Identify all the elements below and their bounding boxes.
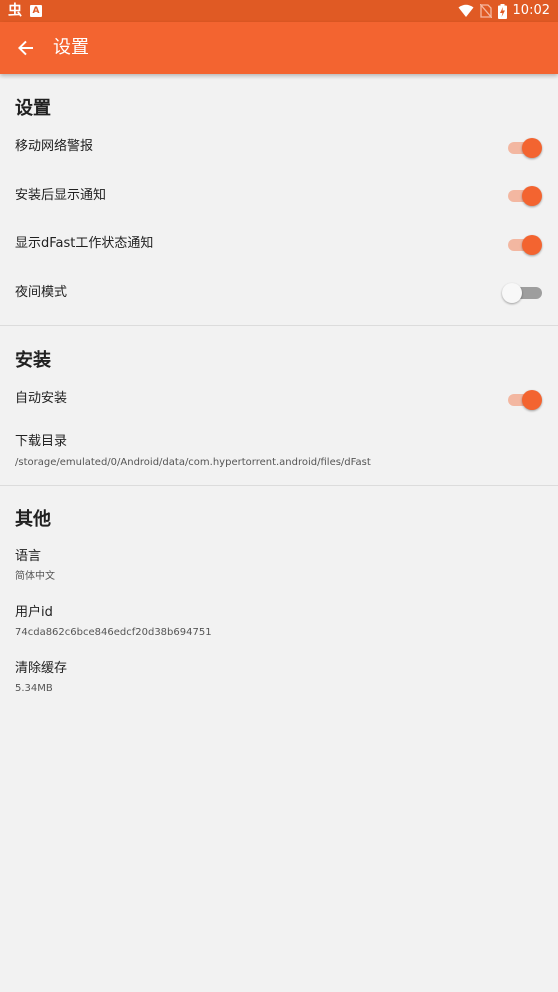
- no-sim-icon: [479, 4, 492, 18]
- dfast-status-notify-switch[interactable]: [508, 233, 542, 255]
- clear-cache-label[interactable]: 清除缓存: [15, 660, 67, 678]
- section-divider: [0, 485, 558, 486]
- auto-install-label: 自动安装: [15, 391, 68, 406]
- download-dir-value: /storage/emulated/0/Android/data/com.hyp…: [15, 457, 371, 468]
- section-title-settings: 设置: [15, 98, 51, 119]
- language-label[interactable]: 语言: [15, 548, 41, 566]
- user-id-label[interactable]: 用户id: [15, 604, 53, 622]
- night-mode-switch[interactable]: [502, 281, 542, 303]
- app-bar: 设置: [0, 22, 558, 74]
- app-notification-icon: 虫: [8, 3, 22, 19]
- language-value: 简体中文: [15, 571, 55, 582]
- notify-after-install-switch[interactable]: [508, 184, 542, 206]
- battery-charging-icon: [497, 3, 507, 19]
- auto-install-switch[interactable]: [508, 388, 542, 410]
- dfast-status-notify-label: 显示dFast工作状态通知: [15, 236, 154, 251]
- mobile-network-alert-switch[interactable]: [508, 136, 542, 158]
- a-notification-icon: A: [30, 5, 42, 17]
- switch-thumb: [502, 283, 522, 303]
- back-button[interactable]: [14, 36, 38, 60]
- mobile-network-alert-label: 移动网络警报: [15, 139, 94, 154]
- clock: 10:02: [512, 3, 550, 18]
- notify-after-install-label: 安装后显示通知: [15, 188, 107, 203]
- switch-thumb: [522, 235, 542, 255]
- switch-thumb: [522, 186, 542, 206]
- download-dir-label[interactable]: 下载目录: [15, 433, 67, 451]
- section-title-other: 其他: [15, 509, 51, 530]
- switch-thumb: [522, 138, 542, 158]
- arrow-back-icon: [18, 40, 33, 56]
- page-title: 设置: [53, 37, 89, 58]
- section-title-install: 安装: [15, 350, 51, 371]
- switch-thumb: [522, 390, 542, 410]
- status-bar: 虫 A 10:02: [0, 0, 558, 22]
- wifi-icon: [458, 4, 474, 17]
- user-id-value: 74cda862c6bce846edcf20d38b694751: [15, 627, 212, 638]
- clear-cache-value: 5.34MB: [15, 683, 53, 694]
- section-divider: [0, 325, 558, 326]
- night-mode-label: 夜间模式: [15, 285, 68, 300]
